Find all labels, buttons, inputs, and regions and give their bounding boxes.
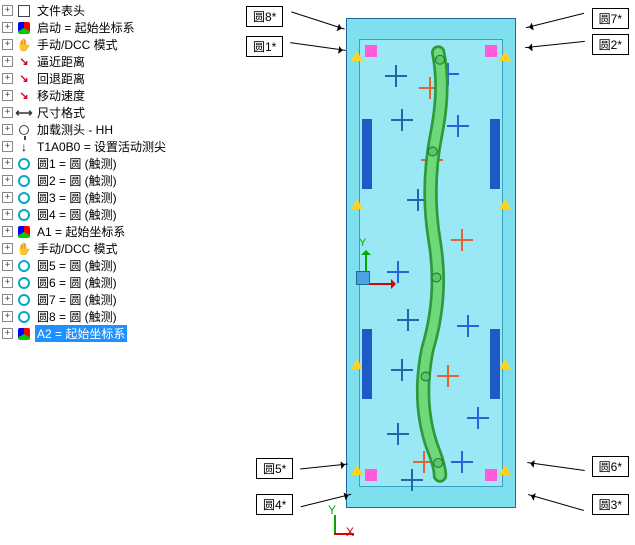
expand-icon[interactable]: + [2, 158, 13, 169]
circle-icon [16, 158, 32, 170]
tree-item-label: 圆1 = 圆 (触测) [35, 155, 119, 172]
tree-item[interactable]: + 文件表头 [2, 2, 238, 19]
circle-icon [16, 294, 32, 306]
tree-item[interactable]: + 圆3 = 圆 (触测) [2, 189, 238, 206]
tree-item[interactable]: + 圆2 = 圆 (触测) [2, 172, 238, 189]
circle-icon [16, 260, 32, 272]
callout-circle8[interactable]: 圆8* [246, 6, 283, 27]
tree-item-label: T1A0B0 = 设置活动测尖 [35, 138, 168, 155]
callout-circle5[interactable]: 圆5* [256, 458, 293, 479]
tree-item-label: 圆2 = 圆 (触测) [35, 172, 119, 189]
expand-icon[interactable]: + [2, 73, 13, 84]
feature-tree[interactable]: +文件表头+启动 = 起始坐标系+✋手动/DCC 模式+↘逼近距离+↘回退距离+… [0, 0, 238, 545]
expand-icon[interactable]: + [2, 243, 13, 254]
cad-viewport[interactable]: Y 圆8* 圆1* 圆7* 圆2* 圆5* 圆4* [238, 0, 635, 545]
arrow-icon: ↘ [16, 55, 32, 68]
expand-icon[interactable]: + [2, 107, 13, 118]
probe-icon [16, 125, 32, 135]
tree-item-label: 回退距离 [35, 70, 87, 87]
tree-item-label: A1 = 起始坐标系 [35, 223, 127, 240]
tree-item-label: 移动速度 [35, 87, 87, 104]
tree-item-label: 启动 = 起始坐标系 [35, 19, 137, 36]
expand-icon[interactable]: + [2, 175, 13, 186]
expand-icon[interactable]: + [2, 56, 13, 67]
tree-item-label: 圆7 = 圆 (触测) [35, 291, 119, 308]
arrow-icon: ↘ [16, 89, 32, 102]
callout-circle1[interactable]: 圆1* [246, 36, 283, 57]
tree-item[interactable]: + 圆7 = 圆 (触测) [2, 291, 238, 308]
circle-icon [16, 209, 32, 221]
expand-icon[interactable]: + [2, 226, 13, 237]
tip-icon: ↓ [16, 140, 32, 154]
tree-item[interactable]: + 加载测头 - HH [2, 121, 238, 138]
expand-icon[interactable]: + [2, 124, 13, 135]
tree-item-label: 圆4 = 圆 (触测) [35, 206, 119, 223]
tree-item[interactable]: + 圆5 = 圆 (触测) [2, 257, 238, 274]
tree-item[interactable]: +↘回退距离 [2, 70, 238, 87]
tree-item-label: 圆6 = 圆 (触测) [35, 274, 119, 291]
expand-icon[interactable]: + [2, 141, 13, 152]
tree-item[interactable]: +✋手动/DCC 模式 [2, 36, 238, 53]
hand-icon: ✋ [16, 242, 32, 256]
circle-icon [16, 175, 32, 187]
tree-item[interactable]: +⟷尺寸格式 [2, 104, 238, 121]
tree-item[interactable]: + 圆8 = 圆 (触测) [2, 308, 238, 325]
tree-item[interactable]: +↘逼近距离 [2, 53, 238, 70]
axis-icon [16, 226, 32, 238]
callout-circle3[interactable]: 圆3* [592, 494, 629, 515]
expand-icon[interactable]: + [2, 90, 13, 101]
circle-icon [16, 192, 32, 204]
tree-item[interactable]: + A2 = 起始坐标系 [2, 325, 238, 342]
expand-icon[interactable]: + [2, 192, 13, 203]
arrow-icon: ↘ [16, 72, 32, 85]
tree-item-label: 圆5 = 圆 (触测) [35, 257, 119, 274]
expand-icon[interactable]: + [2, 5, 13, 16]
tree-item[interactable]: + 圆6 = 圆 (触测) [2, 274, 238, 291]
expand-icon[interactable]: + [2, 294, 13, 305]
tree-item-label: 圆3 = 圆 (触测) [35, 189, 119, 206]
tree-item-label: 文件表头 [35, 2, 87, 19]
tree-item-label: A2 = 起始坐标系 [35, 325, 127, 342]
tree-item-label: 逼近距离 [35, 53, 87, 70]
tree-item[interactable]: +↓T1A0B0 = 设置活动测尖 [2, 138, 238, 155]
expand-icon[interactable]: + [2, 260, 13, 271]
tree-item[interactable]: + 圆4 = 圆 (触测) [2, 206, 238, 223]
callout-circle6[interactable]: 圆6* [592, 456, 629, 477]
tree-item-label: 手动/DCC 模式 [35, 240, 120, 257]
callout-circle7[interactable]: 圆7* [592, 8, 629, 29]
axis-icon [16, 22, 32, 34]
circle-icon [16, 311, 32, 323]
tree-item[interactable]: +✋手动/DCC 模式 [2, 240, 238, 257]
expand-icon[interactable]: + [2, 22, 13, 33]
tree-item-label: 圆8 = 圆 (触测) [35, 308, 119, 325]
part-stage: Y [346, 18, 516, 508]
expand-icon[interactable]: + [2, 39, 13, 50]
doc-icon [16, 5, 32, 17]
callout-circle2[interactable]: 圆2* [592, 34, 629, 55]
hand-icon: ✋ [16, 38, 32, 52]
tree-item[interactable]: +↘移动速度 [2, 87, 238, 104]
circle-icon [16, 277, 32, 289]
callout-circle4[interactable]: 圆4* [256, 494, 293, 515]
expand-icon[interactable]: + [2, 277, 13, 288]
tree-item[interactable]: + 启动 = 起始坐标系 [2, 19, 238, 36]
axis-gizmo-icon: Y [353, 251, 393, 291]
tree-item-label: 尺寸格式 [35, 104, 87, 121]
expand-icon[interactable]: + [2, 328, 13, 339]
tree-item[interactable]: + 圆1 = 圆 (触测) [2, 155, 238, 172]
axis-icon [16, 328, 32, 340]
tree-item-label: 加载测头 - HH [35, 121, 115, 138]
dim-icon: ⟷ [16, 106, 32, 120]
expand-icon[interactable]: + [2, 209, 13, 220]
tree-item-label: 手动/DCC 模式 [35, 36, 120, 53]
expand-icon[interactable]: + [2, 311, 13, 322]
tree-item[interactable]: + A1 = 起始坐标系 [2, 223, 238, 240]
